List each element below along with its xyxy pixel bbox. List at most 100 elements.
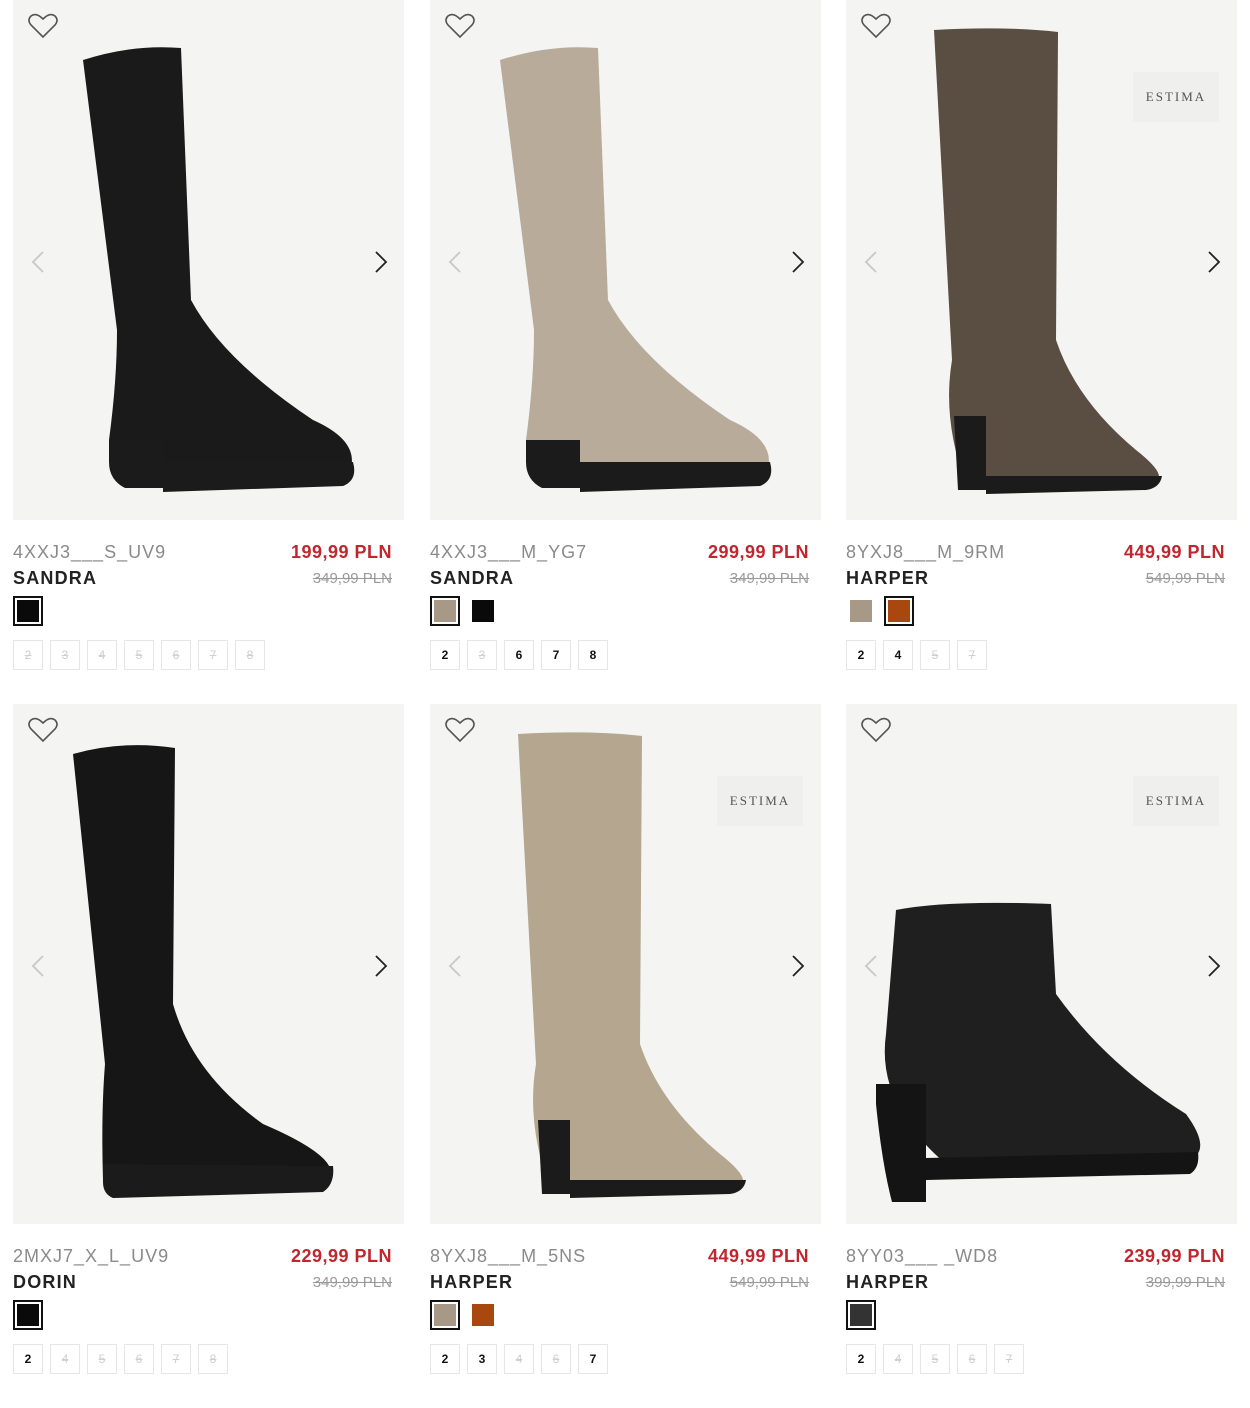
size-option: 4 [883, 1344, 913, 1374]
product-old-price: 549,99 PLN [729, 1274, 809, 1291]
product-image[interactable] [13, 704, 404, 1224]
size-option: 5 [124, 640, 154, 670]
chevron-right-icon[interactable] [787, 952, 807, 980]
chevron-right-icon[interactable] [787, 248, 807, 276]
size-option[interactable]: 7 [578, 1344, 608, 1374]
size-option[interactable]: 2 [846, 640, 876, 670]
product-card[interactable]: 2MXJ7_X_L_UV9 DORIN 229,99 PLN 349,99 PL… [13, 704, 404, 1384]
size-option: 3 [467, 640, 497, 670]
product-old-price: 399,99 PLN [1145, 1274, 1225, 1291]
chevron-right-icon[interactable] [1203, 248, 1223, 276]
size-option[interactable]: 3 [467, 1344, 497, 1374]
product-image[interactable]: ESTIMA [430, 704, 821, 1224]
color-swatch[interactable] [468, 596, 498, 626]
product-old-price: 349,99 PLN [312, 570, 392, 587]
wishlist-heart-icon[interactable] [860, 716, 892, 744]
chevron-right-icon[interactable] [370, 248, 390, 276]
chevron-right-icon[interactable] [370, 952, 390, 980]
size-option: 6 [957, 1344, 987, 1374]
product-price: 199,99 PLN [290, 542, 392, 562]
size-option: 4 [50, 1344, 80, 1374]
color-swatch[interactable] [846, 596, 876, 626]
size-options: 23467 [430, 1344, 608, 1374]
product-name[interactable]: SANDRA [430, 568, 514, 589]
product-image[interactable]: ESTIMA [846, 704, 1237, 1224]
product-old-price: 549,99 PLN [1145, 570, 1225, 587]
product-card[interactable]: ESTIMA 8YY03___ _WD8 HARPER 239,99 PLN 3… [846, 704, 1237, 1384]
chevron-left-icon[interactable] [29, 248, 49, 276]
size-option[interactable]: 2 [846, 1344, 876, 1374]
brand-badge: ESTIMA [1133, 72, 1219, 122]
size-options: 2345678 [13, 640, 265, 670]
size-option: 8 [235, 640, 265, 670]
size-option: 6 [541, 1344, 571, 1374]
chevron-left-icon[interactable] [446, 952, 466, 980]
product-name[interactable]: DORIN [13, 1272, 77, 1293]
color-swatches [430, 596, 498, 626]
chevron-left-icon[interactable] [862, 248, 882, 276]
product-name[interactable]: HARPER [846, 568, 929, 589]
color-swatch[interactable] [468, 1300, 498, 1330]
product-sku: 2MXJ7_X_L_UV9 [13, 1246, 170, 1266]
size-option: 7 [957, 640, 987, 670]
size-option[interactable]: 4 [883, 640, 913, 670]
size-option: 6 [161, 640, 191, 670]
size-option: 4 [504, 1344, 534, 1374]
product-image[interactable] [430, 0, 821, 520]
product-name[interactable]: HARPER [430, 1272, 513, 1293]
size-option: 7 [161, 1344, 191, 1374]
wishlist-heart-icon[interactable] [444, 716, 476, 744]
product-sku: 8YY03___ _WD8 [846, 1246, 999, 1266]
product-name[interactable]: SANDRA [13, 568, 97, 589]
size-option[interactable]: 7 [541, 640, 571, 670]
size-option: 3 [50, 640, 80, 670]
product-card[interactable]: 4XXJ3___M_YG7 SANDRA 299,99 PLN 349,99 P… [430, 0, 821, 680]
product-card[interactable]: ESTIMA 8YXJ8___M_9RM HARPER 449,99 PLN 5… [846, 0, 1237, 680]
wishlist-heart-icon[interactable] [27, 716, 59, 744]
product-image[interactable] [13, 0, 404, 520]
product-info: 4XXJ3___M_YG7 SANDRA 299,99 PLN 349,99 P… [430, 520, 821, 680]
color-swatch[interactable] [846, 1300, 876, 1330]
boot-image [73, 745, 334, 1198]
chevron-left-icon[interactable] [29, 952, 49, 980]
chevron-left-icon[interactable] [862, 952, 882, 980]
size-option[interactable]: 2 [430, 640, 460, 670]
wishlist-heart-icon[interactable] [860, 12, 892, 40]
product-price: 239,99 PLN [1123, 1246, 1225, 1266]
product-price: 299,99 PLN [707, 542, 809, 562]
size-option: 5 [920, 640, 950, 670]
product-price: 449,99 PLN [1123, 542, 1225, 562]
product-info: 4XXJ3___S_UV9 SANDRA 199,99 PLN 349,99 P… [13, 520, 404, 680]
product-old-price: 349,99 PLN [729, 570, 809, 587]
chevron-left-icon[interactable] [446, 248, 466, 276]
product-image[interactable]: ESTIMA [846, 0, 1237, 520]
chevron-right-icon[interactable] [1203, 952, 1223, 980]
product-info: 8YY03___ _WD8 HARPER 239,99 PLN 399,99 P… [846, 1224, 1237, 1384]
size-option: 5 [920, 1344, 950, 1374]
size-option: 8 [198, 1344, 228, 1374]
color-swatch[interactable] [430, 596, 460, 626]
color-swatch[interactable] [884, 596, 914, 626]
color-swatch[interactable] [430, 1300, 460, 1330]
size-option: 7 [198, 640, 228, 670]
product-sku: 4XXJ3___M_YG7 [430, 542, 588, 562]
size-options: 245678 [13, 1344, 228, 1374]
product-price: 229,99 PLN [290, 1246, 392, 1266]
product-sku: 8YXJ8___M_5NS [430, 1246, 587, 1266]
size-options: 24567 [846, 1344, 1024, 1374]
wishlist-heart-icon[interactable] [27, 12, 59, 40]
color-swatch[interactable] [13, 596, 43, 626]
color-swatch[interactable] [13, 1300, 43, 1330]
wishlist-heart-icon[interactable] [444, 12, 476, 40]
boot-image [500, 47, 772, 492]
size-option[interactable]: 2 [430, 1344, 460, 1374]
size-option[interactable]: 6 [504, 640, 534, 670]
size-option[interactable]: 8 [578, 640, 608, 670]
product-old-price: 349,99 PLN [312, 1274, 392, 1291]
size-option[interactable]: 2 [13, 1344, 43, 1374]
product-card[interactable]: ESTIMA 8YXJ8___M_5NS HARPER 449,99 PLN 5… [430, 704, 821, 1384]
color-swatches [13, 596, 43, 626]
product-info: 2MXJ7_X_L_UV9 DORIN 229,99 PLN 349,99 PL… [13, 1224, 404, 1384]
product-name[interactable]: HARPER [846, 1272, 929, 1293]
product-card[interactable]: 4XXJ3___S_UV9 SANDRA 199,99 PLN 349,99 P… [13, 0, 404, 680]
